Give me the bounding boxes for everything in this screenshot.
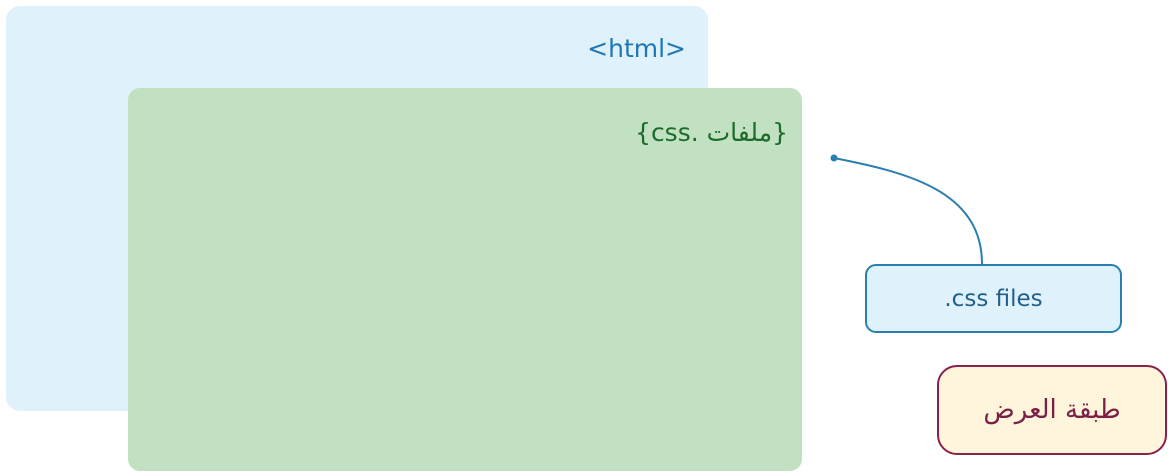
css-files-label: .css files — [944, 285, 1043, 312]
css-files-tag: .css files — [865, 264, 1122, 333]
connector-dot — [830, 154, 838, 162]
connector-line — [833, 157, 983, 265]
html-panel-label: <html> — [587, 34, 686, 63]
presentation-layer-label: طبقة العرض — [983, 395, 1121, 425]
css-panel-label: {ملفات .css} — [635, 118, 788, 147]
css-panel: {ملفات .css} — [128, 88, 802, 471]
presentation-layer-badge: طبقة العرض — [937, 365, 1167, 455]
